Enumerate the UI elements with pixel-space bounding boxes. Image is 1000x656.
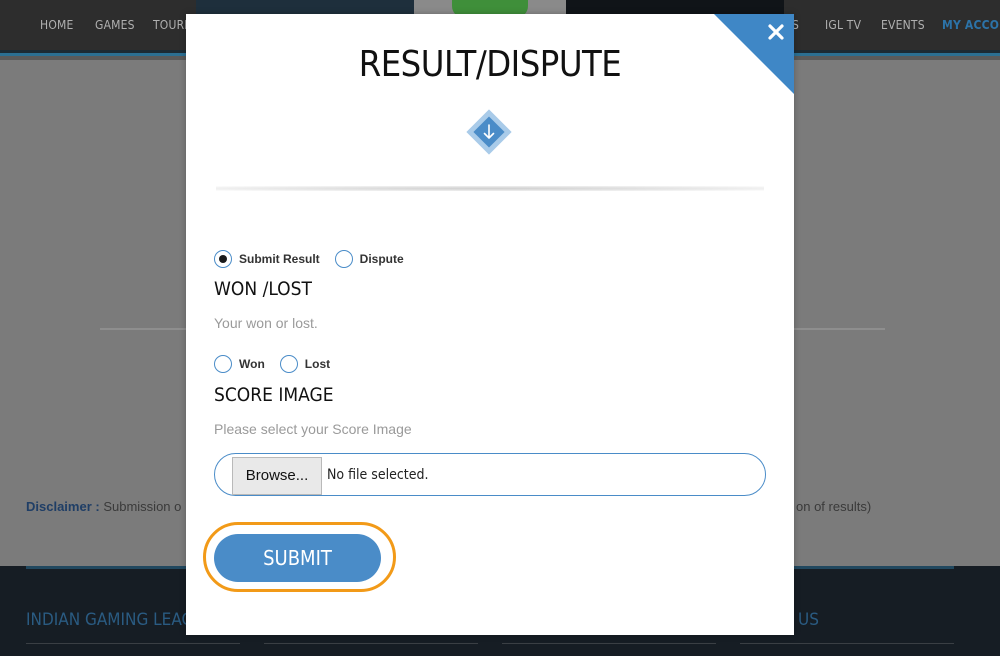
nav-item-events[interactable]: EVENTS [881,18,925,32]
lost-label: Lost [304,357,331,371]
arrow-down-diamond-icon [460,103,518,161]
nav-item-my-account[interactable]: MY ACCOU [942,18,1000,32]
footer-rule [740,643,954,644]
footer-rule [264,643,478,644]
disclaimer-body: Submission o [103,499,182,514]
won-lost-description: Your won or lost. [214,315,318,331]
nav-item-games[interactable]: GAMES [95,18,135,32]
dispute-radio[interactable] [334,250,353,268]
won-label: Won [239,357,265,371]
score-image-heading: SCORE IMAGE [214,384,334,406]
close-icon[interactable] [767,23,785,41]
footer-heading-contact-us: US [798,610,819,630]
nav-item-home[interactable]: HOME [40,18,74,32]
won-lost-heading: WON /LOST [214,278,312,300]
browse-button[interactable]: Browse... [232,457,322,495]
disclaimer-label: Disclaimer : [26,499,100,514]
won-radio[interactable] [214,355,232,373]
file-status-text: No file selected. [327,467,429,483]
score-image-description: Please select your Score Image [214,421,412,437]
footer-rule [502,643,716,644]
submit-result-label: Submit Result [239,252,320,266]
title-divider [216,186,764,191]
lost-radio[interactable] [279,355,298,373]
result-dispute-modal: RESULT/DISPUTE Submit Result Dispute WON… [186,14,794,635]
footer-rule [26,643,240,644]
nav-item-igl-tv[interactable]: IGL TV [825,18,861,32]
disclaimer-text: Disclaimer : Submission o [26,499,181,514]
won-lost-group: Won Lost [214,355,345,373]
disclaimer-text-continued: on of results) [796,499,872,514]
result-type-group: Submit Result Dispute [214,250,419,268]
modal-title: RESULT/DISPUTE [358,44,622,85]
score-image-file-input[interactable]: Browse... No file selected. [214,453,766,496]
submit-button[interactable]: SUBMIT [214,534,381,582]
dispute-label: Dispute [359,252,404,266]
submit-result-radio[interactable] [214,250,232,268]
